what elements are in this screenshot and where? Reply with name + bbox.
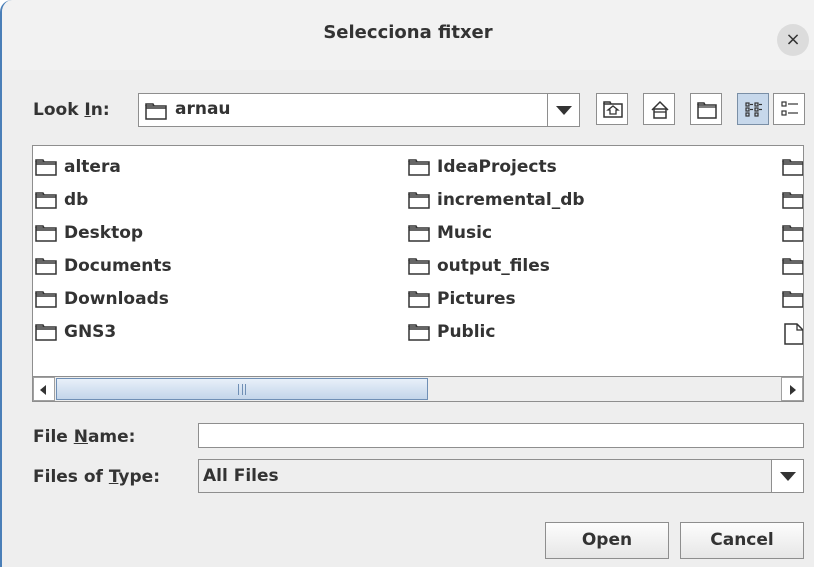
folder-icon xyxy=(35,159,57,176)
details-view-button[interactable] xyxy=(773,93,805,125)
up-one-level-button[interactable] xyxy=(596,93,628,125)
cancel-button[interactable]: Cancel xyxy=(680,522,804,559)
file-name-label-text: File xyxy=(33,427,74,447)
close-button[interactable]: × xyxy=(777,24,809,56)
open-button[interactable]: Open xyxy=(545,522,669,559)
folder-icon xyxy=(35,192,57,209)
files-of-type-mnemonic: T xyxy=(108,467,119,487)
folder-icon xyxy=(35,258,57,275)
home-button[interactable] xyxy=(643,93,675,125)
arrow-left-icon xyxy=(40,385,46,395)
file-name-input[interactable] xyxy=(198,423,804,448)
file-list-item-name: IdeaProjects xyxy=(437,157,557,177)
file-list-item-name: db xyxy=(64,190,89,210)
dialog-title: Selecciona fitxer xyxy=(323,22,493,43)
file-list-item-name: GNS3 xyxy=(64,322,117,342)
folder-icon xyxy=(35,225,57,242)
files-of-type-combo[interactable]: All Files xyxy=(198,459,804,493)
files-of-type-dropdown-button[interactable] xyxy=(771,460,803,492)
list-view-button[interactable] xyxy=(737,93,769,125)
folder-icon xyxy=(408,258,430,275)
file-name-label-text-end: ame: xyxy=(87,427,136,447)
file-list[interactable]: altera db Desktop Documents Downloads GNS3 Id… xyxy=(32,145,804,402)
files-of-type-label-text: Files of xyxy=(33,467,109,487)
look-in-label-text-end: n: xyxy=(90,100,110,120)
details-view-icon xyxy=(781,101,798,116)
file-chooser-dialog: Selecciona fitxer × Look In: arnau alter… xyxy=(0,0,814,567)
folder-icon xyxy=(35,324,57,341)
scroll-thumb[interactable] xyxy=(56,378,428,400)
file-list-item-name: altera xyxy=(64,157,121,177)
folder-icon xyxy=(408,291,430,308)
file-list-item-name: Downloads xyxy=(64,289,169,309)
arrow-right-icon xyxy=(790,385,796,395)
look-in-value: arnau xyxy=(175,99,231,119)
file-name-label: File Name: xyxy=(33,427,135,447)
grip-icon xyxy=(238,384,246,395)
look-in-combo[interactable]: arnau xyxy=(138,93,580,127)
scroll-right-button[interactable] xyxy=(781,377,803,401)
files-of-type-value: All Files xyxy=(203,466,279,486)
file-list-item-name: Documents xyxy=(64,256,172,276)
title-bar[interactable]: Selecciona fitxer × xyxy=(2,0,814,70)
folder-icon xyxy=(408,159,430,176)
look-in-dropdown-button[interactable] xyxy=(547,94,579,126)
look-in-label: Look In: xyxy=(33,100,110,120)
file-list-item-name: Public xyxy=(437,322,496,342)
up-folder-icon xyxy=(603,101,623,118)
file-list-item-name: Music xyxy=(437,223,493,243)
chevron-down-icon xyxy=(780,472,796,481)
folder-icon xyxy=(408,324,430,341)
folder-icon xyxy=(35,291,57,308)
chevron-down-icon xyxy=(556,106,572,115)
files-of-type-label: Files of Type: xyxy=(33,467,160,487)
new-folder-icon xyxy=(697,102,717,119)
file-list-item-name: output_files xyxy=(437,256,550,276)
horizontal-scrollbar[interactable] xyxy=(33,376,803,401)
file-name-mnemonic: N xyxy=(73,427,88,447)
file-list-item-name: Desktop xyxy=(64,223,144,243)
files-of-type-label-text-end: ype: xyxy=(118,467,161,487)
look-in-label-text: Look xyxy=(33,100,85,120)
file-list-item-name: incremental_db xyxy=(437,190,585,210)
list-view-icon xyxy=(745,102,762,117)
new-folder-button[interactable] xyxy=(690,93,722,125)
folder-icon xyxy=(408,192,430,209)
home-icon xyxy=(651,100,669,119)
file-list-item-name: Pictures xyxy=(437,289,516,309)
scroll-left-button[interactable] xyxy=(33,377,55,401)
folder-icon xyxy=(145,102,167,125)
folder-icon xyxy=(408,225,430,242)
